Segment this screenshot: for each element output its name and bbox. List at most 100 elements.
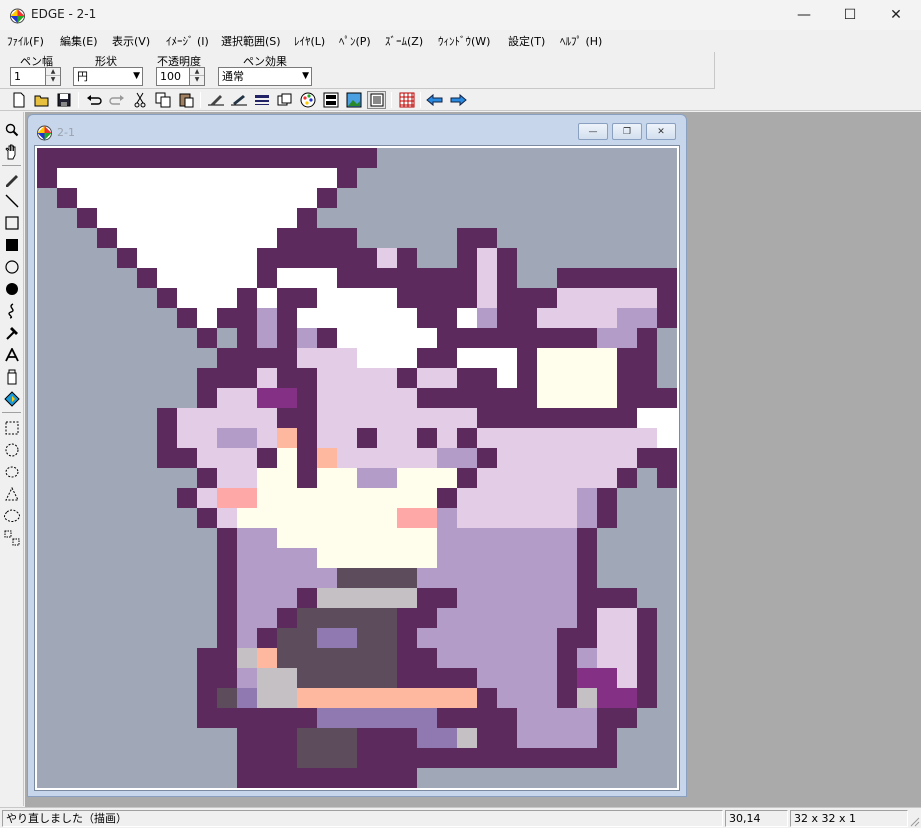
image-button[interactable] <box>344 91 363 109</box>
document-minimize-button[interactable]: — <box>578 123 608 140</box>
curve-tool[interactable] <box>2 301 22 321</box>
menu-help[interactable]: ﾍﾙﾌﾟ (H) <box>557 33 612 49</box>
line-pattern-button[interactable] <box>252 91 271 109</box>
prev-window-button[interactable] <box>425 91 444 109</box>
pixel <box>617 328 637 348</box>
palette-button[interactable] <box>298 91 317 109</box>
pixel <box>377 248 397 268</box>
text-tool[interactable] <box>2 345 22 365</box>
pixel-canvas[interactable] <box>37 148 677 788</box>
pixel <box>257 488 277 508</box>
pixel <box>477 608 497 628</box>
zoom-tool[interactable] <box>2 120 22 140</box>
hand-tool[interactable] <box>2 142 22 162</box>
next-window-button[interactable] <box>448 91 467 109</box>
pixel <box>497 688 517 708</box>
pixel <box>457 408 477 428</box>
pixel <box>317 248 337 268</box>
line-tool[interactable] <box>2 191 22 211</box>
pixel <box>537 468 557 488</box>
document-close-button[interactable]: ✕ <box>646 123 676 140</box>
pen-effect-select[interactable]: 通常 ▼ <box>218 67 312 86</box>
menu-image[interactable]: ｲﾒｰｼﾞ (I) <box>163 33 218 49</box>
document-restore-button[interactable]: ❐ <box>612 123 642 140</box>
copy-button[interactable] <box>153 91 172 109</box>
pixel <box>517 308 537 328</box>
drawing-canvas-frame <box>34 145 680 791</box>
film-button[interactable] <box>321 91 340 109</box>
pixel <box>337 528 357 548</box>
ellipse-select-tool[interactable] <box>2 440 22 460</box>
brush-settings-button[interactable] <box>229 91 248 109</box>
image-icon <box>346 92 361 108</box>
pixel <box>577 408 597 428</box>
pixel <box>397 448 417 468</box>
pen-settings-button[interactable] <box>206 91 225 109</box>
minimize-button[interactable]: — <box>781 0 827 30</box>
close-button[interactable]: ✕ <box>873 0 919 30</box>
opacity-spinner[interactable]: ▲ ▼ <box>189 67 205 86</box>
pixel <box>417 508 437 528</box>
polygon-select-tool[interactable] <box>2 484 22 504</box>
pixel <box>237 468 257 488</box>
menu-file[interactable]: ﾌｧｲﾙ(F) <box>4 33 57 49</box>
undo-button[interactable] <box>84 91 103 109</box>
pixel <box>617 468 637 488</box>
filled-ellipse-tool[interactable] <box>2 279 22 299</box>
save-button[interactable] <box>54 91 73 109</box>
rect-select-tool[interactable] <box>2 418 22 438</box>
pixel <box>137 228 157 248</box>
hammer-tool[interactable] <box>2 323 22 343</box>
rectangle-tool[interactable] <box>2 213 22 233</box>
bucket-tool[interactable] <box>2 367 22 387</box>
ellipse-tool[interactable] <box>2 257 22 277</box>
menu-view[interactable]: 表示(V) <box>109 33 163 49</box>
pixel <box>337 448 357 468</box>
paste-button[interactable] <box>176 91 195 109</box>
pixel <box>297 728 317 748</box>
pixel <box>577 388 597 408</box>
pen-width-input[interactable]: 1 <box>10 67 46 86</box>
pixel <box>337 628 357 648</box>
document-title-bar[interactable]: 2-1 — ❐ ✕ <box>28 115 686 145</box>
menu-zoom[interactable]: ｽﾞｰﾑ(Z) <box>382 33 435 49</box>
cut-button[interactable] <box>130 91 149 109</box>
menu-selection[interactable]: 選択範囲(S) <box>218 33 291 49</box>
menu-settings[interactable]: 設定(T) <box>505 33 557 49</box>
pixel <box>257 708 277 728</box>
pixel <box>517 728 537 748</box>
lasso-tool[interactable] <box>2 462 22 482</box>
pixel <box>357 668 377 688</box>
menu-window[interactable]: ｳｨﾝﾄﾞｳ(W) <box>435 33 505 49</box>
pixel <box>457 508 477 528</box>
pixel <box>617 388 637 408</box>
pixel <box>557 668 577 688</box>
resize-grip-icon[interactable] <box>908 815 920 827</box>
maximize-button[interactable]: ☐ <box>827 0 873 30</box>
pixel <box>357 568 377 588</box>
menu-layer[interactable]: ﾚｲﾔ(L) <box>291 33 336 49</box>
filled-rectangle-tool[interactable] <box>2 235 22 255</box>
menu-edit[interactable]: 編集(E) <box>57 33 109 49</box>
layers-button[interactable] <box>275 91 294 109</box>
pixel <box>317 368 337 388</box>
pixel <box>637 328 657 348</box>
pixel <box>577 528 597 548</box>
pixel <box>417 748 437 768</box>
edge-app: EDGE - 2-1 — ☐ ✕ ﾌｧｲﾙ(F) 編集(E) 表示(V) ｲﾒｰ… <box>0 0 921 828</box>
new-file-button[interactable] <box>9 91 28 109</box>
redo-button[interactable] <box>107 91 126 109</box>
grid-button[interactable] <box>397 91 416 109</box>
fill-icon <box>4 391 20 407</box>
pencil-tool[interactable] <box>2 169 22 189</box>
opacity-input[interactable]: 100 <box>156 67 190 86</box>
pixel <box>477 628 497 648</box>
fill-tool[interactable] <box>2 389 22 409</box>
preview-button[interactable] <box>367 91 386 109</box>
pen-width-spinner[interactable]: ▲ ▼ <box>45 67 61 86</box>
shape-select[interactable]: 円 ▼ <box>73 67 143 86</box>
pattern-select-tool[interactable] <box>2 528 22 548</box>
magic-select-tool[interactable] <box>2 506 22 526</box>
open-button[interactable] <box>32 91 51 109</box>
menu-pen[interactable]: ﾍﾟﾝ(P) <box>336 33 382 49</box>
